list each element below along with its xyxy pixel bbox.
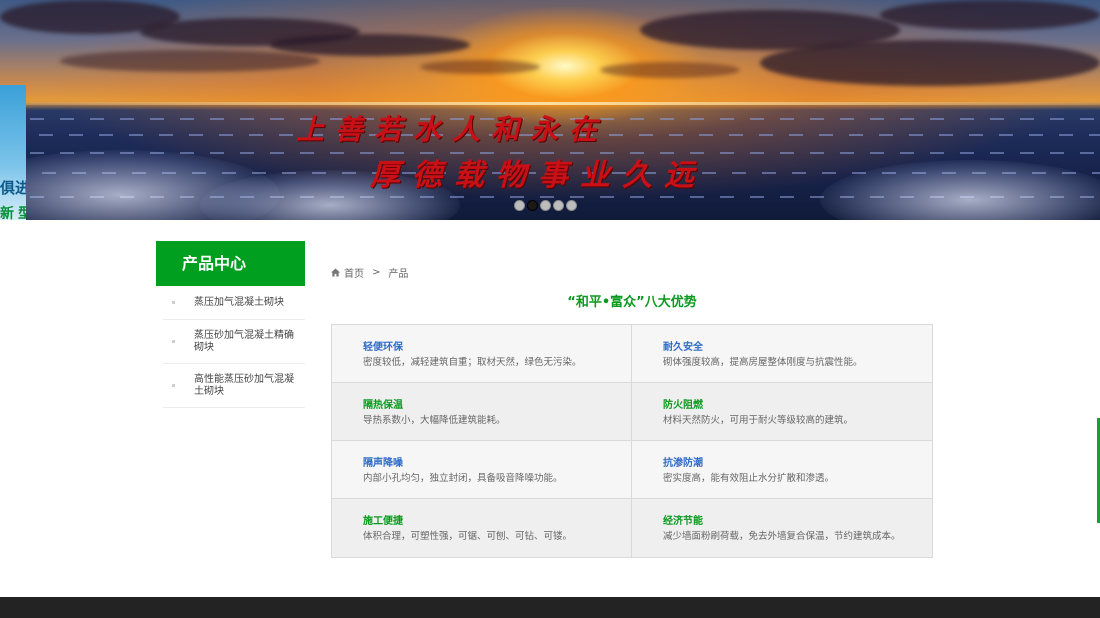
cloud-shape: [600, 62, 740, 78]
slider-dot-1[interactable]: [514, 200, 525, 211]
feature-title: 经济节能: [663, 516, 703, 527]
feature-card-economical-energy: 经济节能减少墙面粉刷荷载，免去外墙复合保温，节约建筑成本。: [632, 499, 932, 557]
sidebar-item-high-performance-aac-block[interactable]: 高性能蒸压砂加气混凝土砌块: [163, 364, 305, 408]
slider-dot-4[interactable]: [553, 200, 564, 211]
feature-description: 材料天然防火，可用于耐火等级较高的建筑。: [663, 415, 854, 426]
cloud-shape: [760, 40, 1100, 86]
product-sidebar: 产品中心 蒸压加气混凝土砌块 蒸压砂加气混凝土精确砌块 高性能蒸压砂加气混凝土砌…: [156, 241, 305, 408]
feature-card-fire-resistant: 防火阻燃材料天然防火，可用于耐火等级较高的建筑。: [632, 383, 932, 441]
cloud-shape: [270, 34, 470, 56]
feature-card-easy-construction: 施工便捷体积合理，可塑性强，可锯、可刨、可钻、可镂。: [332, 499, 632, 557]
feature-description: 导热系数小，大幅降低建筑能耗。: [363, 415, 506, 426]
banner-slogan-line2: 厚德载物事业久远: [370, 158, 706, 193]
sidebar-item-label: 高性能蒸压砂加气混凝土砌块: [194, 373, 294, 397]
feature-card-lightweight-eco: 轻便环保密度较低，减轻建筑自重；取材天然，绿色无污染。: [332, 325, 632, 383]
bullet-icon: [172, 340, 175, 343]
floating-side-ad[interactable]: 俱进 新型: [0, 85, 26, 220]
horizon-glow: [0, 102, 1100, 105]
slider-dot-5[interactable]: [566, 200, 577, 211]
feature-title: 隔热保温: [363, 400, 403, 411]
wave-foam: [820, 160, 1100, 220]
section-title: “和平•富众”八大优势: [567, 295, 697, 310]
breadcrumb: 首页 > 产品: [331, 265, 408, 280]
home-icon: [331, 268, 340, 277]
footer-bar: [0, 597, 1100, 618]
banner-slogan-line1: 上善若水人和永在: [296, 113, 609, 146]
bullet-icon: [172, 384, 175, 387]
breadcrumb-separator: >: [372, 267, 381, 278]
advantages-grid: 轻便环保 密度较低，减轻建筑自重；取材天然，绿色无污染。 耐久安全 砌体强度较高，提高…: [331, 324, 933, 558]
feature-title: 耐久安全: [663, 342, 703, 353]
feature-card-sound-insulation: 隔声降噪内部小孔均匀，独立封闭，具备吸音降噪功能。: [332, 441, 632, 499]
sidebar-item-label: 蒸压加气混凝土砌块: [194, 296, 284, 308]
feature-description: 减少墙面粉刷荷载，免去外墙复合保温，节约建筑成本。: [663, 531, 901, 542]
sidebar-list: 蒸压加气混凝土砌块 蒸压砂加气混凝土精确砌块 高性能蒸压砂加气混凝土砌块: [156, 286, 305, 408]
breadcrumb-current[interactable]: 产品: [388, 265, 408, 280]
sidebar-item-aac-block[interactable]: 蒸压加气混凝土砌块: [163, 286, 305, 320]
feature-title: 防火阻燃: [663, 400, 703, 411]
cloud-shape: [420, 60, 540, 74]
hero-banner: 上善若水人和永在 厚德载物事业久远: [0, 0, 1100, 220]
sidebar-item-label: 蒸压砂加气混凝土精确砌块: [194, 329, 294, 353]
breadcrumb-home-link[interactable]: 首页: [344, 265, 364, 280]
slider-pagination: [514, 200, 577, 211]
feature-card-heat-insulation: 隔热保温导热系数小，大幅降低建筑能耗。: [332, 383, 632, 441]
cloud-shape: [60, 50, 320, 72]
bullet-icon: [172, 301, 175, 304]
slider-dot-2[interactable]: [527, 200, 538, 211]
feature-description: 砌体强度较高，提高房屋整体刚度与抗震性能。: [663, 357, 863, 368]
sidebar-title: 产品中心: [156, 241, 305, 286]
slider-dot-3[interactable]: [540, 200, 551, 211]
feature-title: 隔声降噪: [363, 458, 403, 469]
feature-description: 内部小孔均匀，独立封闭，具备吸音降噪功能。: [363, 473, 563, 484]
feature-card-moisture-proof: 抗渗防潮密实度高，能有效阻止水分扩散和渗透。: [632, 441, 932, 499]
feature-description: 密度较低，减轻建筑自重；取材天然，绿色无污染。: [363, 357, 582, 368]
feature-title: 轻便环保: [363, 342, 403, 353]
feature-title: 抗渗防潮: [663, 458, 703, 469]
feature-title: 施工便捷: [363, 516, 403, 527]
sidebar-item-sand-aac-precision-block[interactable]: 蒸压砂加气混凝土精确砌块: [163, 320, 305, 364]
feature-description: 密实度高，能有效阻止水分扩散和渗透。: [663, 473, 835, 484]
side-ad-text: 新型: [0, 206, 26, 220]
feature-card-durable-safe: 耐久安全砌体强度较高，提高房屋整体刚度与抗震性能。: [632, 325, 932, 383]
cloud-shape: [880, 0, 1100, 30]
side-ad-text: 俱进: [0, 179, 26, 197]
feature-description: 体积合理，可塑性强，可锯、可刨、可钻、可镂。: [363, 531, 573, 542]
